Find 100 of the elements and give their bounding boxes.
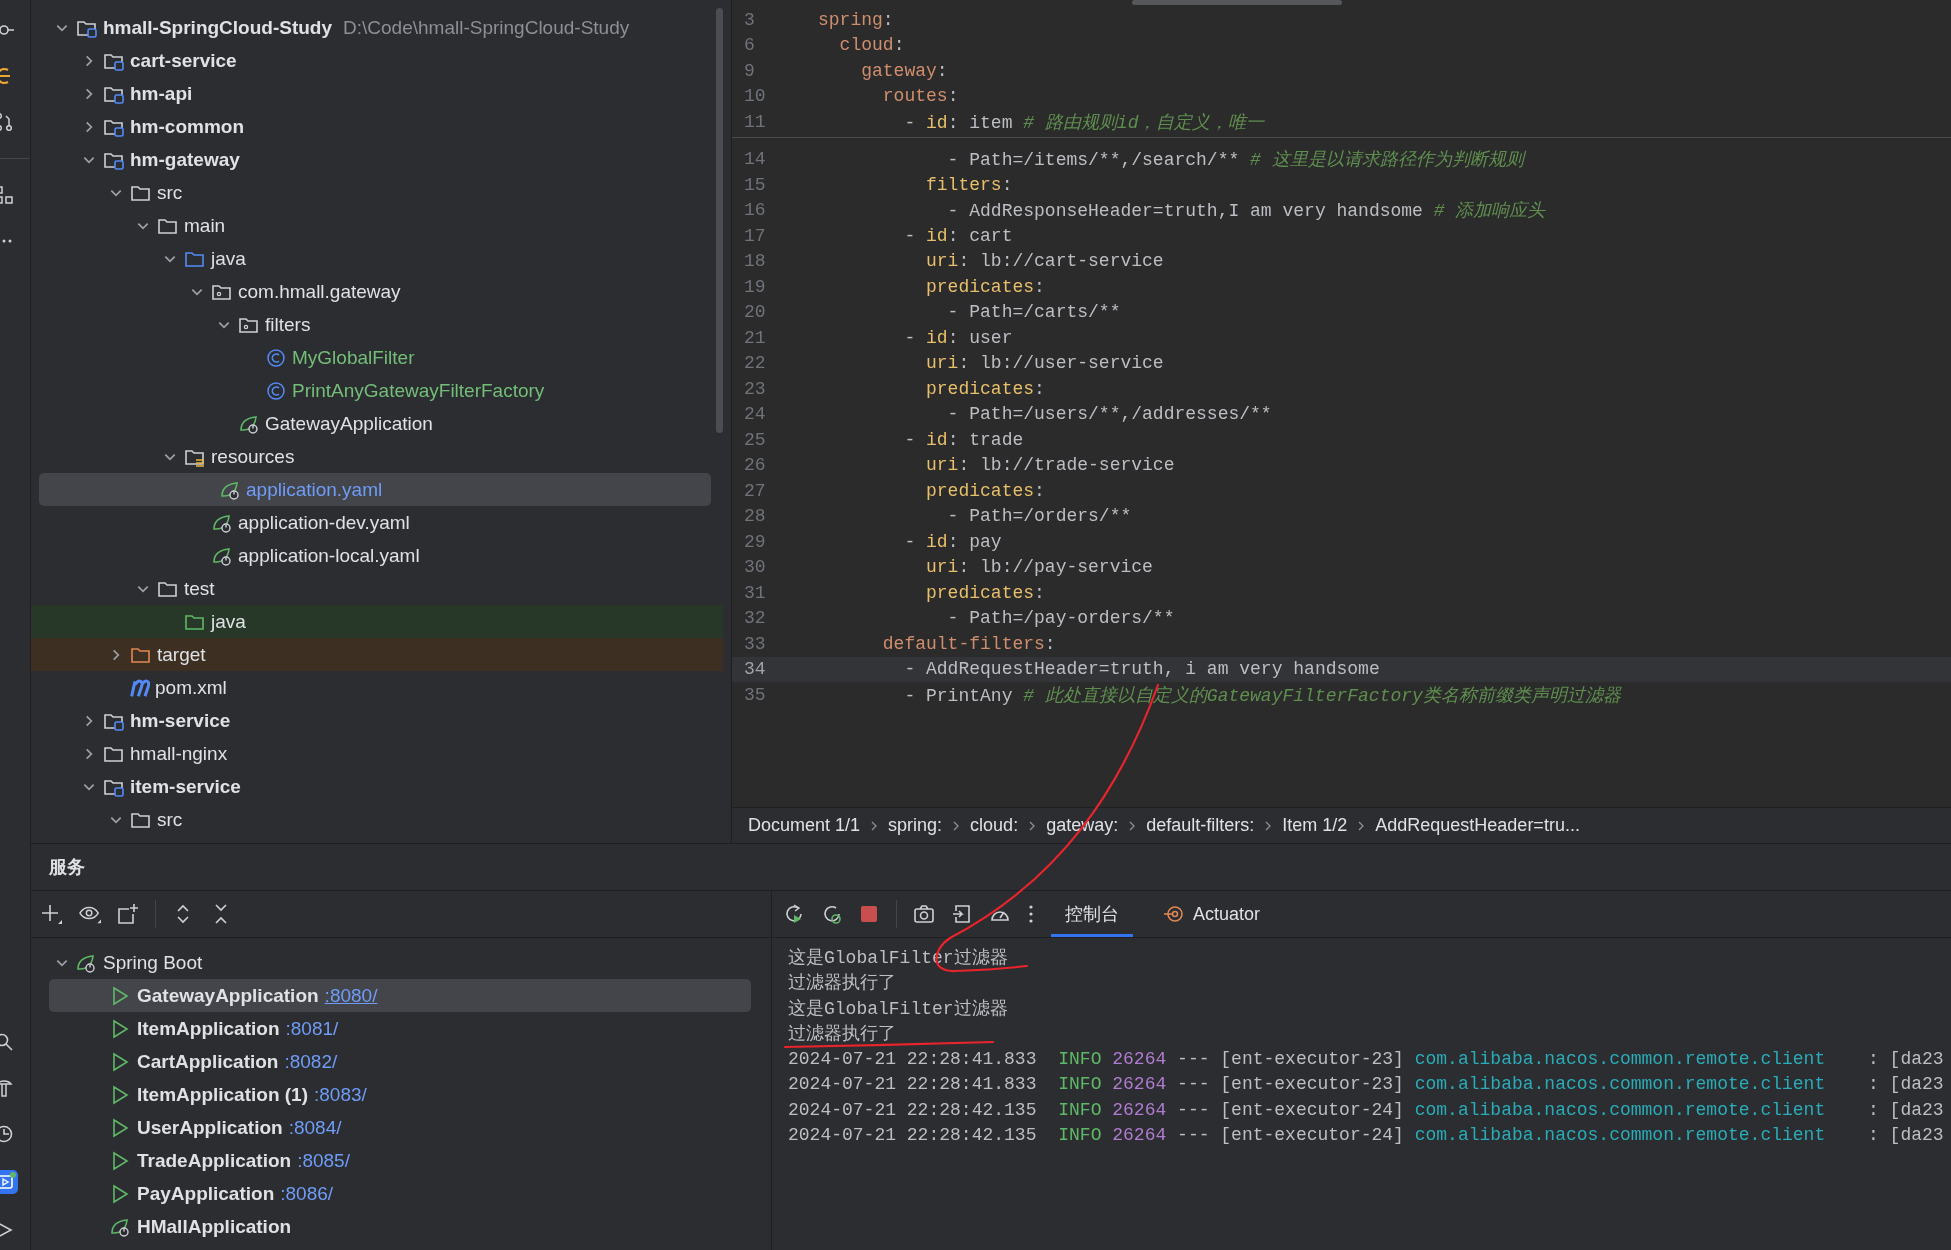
tree-item-label[interactable]: application-local.yaml	[238, 544, 420, 567]
tree-item-label[interactable]: src	[157, 181, 183, 204]
line-number: 10	[743, 86, 767, 107]
exit-icon[interactable]	[951, 903, 973, 925]
tree-item-label[interactable]: application.yaml	[246, 478, 383, 501]
log-message: : [da23	[1868, 1074, 1944, 1095]
code-line: routes:	[881, 86, 959, 107]
target-icon	[1163, 903, 1185, 925]
code-line: - Path=/pay-orders/**	[946, 608, 1175, 629]
code-line: uri: lb://trade-service	[925, 455, 1175, 476]
log-pid: 26264	[1112, 1125, 1167, 1146]
log-timestamp: 2024-07-21 22:28:41.833	[788, 1048, 1037, 1069]
service-name[interactable]: HMallApplication	[137, 1215, 292, 1238]
tree-item-label[interactable]: GatewayApplication	[265, 412, 433, 435]
service-name[interactable]: ItemApplication	[137, 1017, 280, 1040]
maven-icon	[130, 677, 150, 698]
spring-leaf-icon	[219, 479, 241, 500]
tree-item-label[interactable]: main	[184, 214, 226, 237]
chevron-icon	[1264, 819, 1273, 832]
code-line: gateway:	[860, 60, 948, 81]
port-link[interactable]: :8080/	[324, 984, 378, 1007]
port-link[interactable]: :8081/	[285, 1017, 339, 1040]
port-link[interactable]: :8082/	[284, 1050, 338, 1073]
scrollbar[interactable]	[1132, 0, 1342, 5]
breadcrumb-item[interactable]: Item 1/2	[1282, 815, 1348, 836]
service-name[interactable]: TradeApplication	[137, 1149, 292, 1172]
line-number: 14	[743, 149, 767, 170]
port-link[interactable]: :8083/	[314, 1083, 367, 1106]
log-logger: com.alibaba.nacos.common.remote.client	[1414, 1099, 1826, 1120]
selected-tree-row[interactable]: application.yaml	[39, 473, 711, 506]
group-label[interactable]: Spring Boot	[103, 951, 203, 974]
tree-item-label[interactable]: cart-service	[130, 49, 237, 72]
selected-service-row[interactable]: GatewayApplication :8080/	[49, 979, 751, 1012]
camera-icon[interactable]	[913, 903, 935, 925]
console-tab[interactable]: Actuator	[1149, 891, 1275, 937]
log-level: INFO	[1058, 1048, 1102, 1069]
chevron-icon	[870, 819, 879, 832]
port-link[interactable]: :8086/	[280, 1182, 334, 1205]
tree-item-label[interactable]: java	[211, 247, 246, 270]
breadcrumb-item[interactable]: Document 1/1	[748, 815, 861, 836]
search-icon[interactable]	[0, 1032, 14, 1052]
line-number: 20	[743, 302, 767, 323]
code-line: - id: user	[903, 327, 1013, 348]
tree-item-label[interactable]: application-dev.yaml	[238, 511, 410, 534]
port-link[interactable]: :8084/	[288, 1116, 342, 1139]
code-line: - AddResponseHeader=truth,I am very handsome # 添加响应头	[946, 200, 1546, 223]
breadcrumb-item[interactable]: AddRequestHeader=tru...	[1375, 815, 1580, 836]
code-line: - Path=/users/**,/addresses/**	[946, 404, 1272, 425]
log-level: INFO	[1058, 1125, 1102, 1146]
tree-item-label[interactable]: resources	[211, 445, 295, 468]
service-name[interactable]: ItemApplication (1)	[137, 1083, 308, 1106]
tree-item-label[interactable]: hm-api	[130, 82, 193, 105]
service-name[interactable]: UserApplication	[137, 1116, 283, 1139]
console-tab[interactable]: 控制台	[1051, 891, 1133, 937]
tree-item-label[interactable]: hm-gateway	[130, 148, 240, 171]
tree-row-highlight[interactable]: java	[31, 605, 723, 638]
new-tab-icon[interactable]	[117, 903, 139, 925]
more-icon[interactable]	[1027, 903, 1035, 925]
log-message: : [da23	[1868, 1099, 1944, 1120]
tree-item-label[interactable]: test	[184, 577, 215, 600]
tree-item-label[interactable]: java	[211, 610, 246, 633]
log-timestamp: 2024-07-21 22:28:42.135	[788, 1099, 1037, 1120]
hammer-icon[interactable]	[0, 1078, 14, 1098]
line-number: 30	[743, 557, 767, 578]
line-number: 32	[743, 608, 767, 629]
tree-item-label[interactable]: hmall-SpringCloud-Study	[103, 16, 333, 39]
tree-item-label[interactable]: item-service	[130, 775, 241, 798]
tree-item-label[interactable]: filters	[265, 313, 311, 336]
line-number: 27	[743, 480, 767, 501]
line-number: 11	[743, 111, 767, 132]
tree-item-label[interactable]: hmall-nginx	[130, 742, 228, 765]
structure-icon[interactable]	[0, 185, 14, 205]
code-line: - id: trade	[903, 429, 1024, 450]
tree-item-label[interactable]: MyGlobalFilter	[292, 346, 415, 369]
code-line: uri: lb://cart-service	[925, 251, 1164, 272]
console-line: 过滤器执行了	[788, 972, 896, 995]
tree-item-label[interactable]: src	[157, 808, 183, 831]
chevron-icon	[1028, 819, 1037, 832]
scrollbar[interactable]	[716, 8, 723, 433]
pull-request-icon[interactable]	[0, 112, 14, 132]
tree-item-label[interactable]: hm-service	[130, 709, 231, 732]
tree-item-label[interactable]: com.hmall.gateway	[238, 280, 401, 303]
clock-icon[interactable]	[0, 1124, 14, 1144]
tree-row-highlight[interactable]: target	[31, 638, 723, 671]
service-name[interactable]: GatewayApplication	[137, 984, 319, 1007]
tree-item-label[interactable]: target	[157, 643, 206, 666]
service-name[interactable]: PayApplication	[137, 1182, 275, 1205]
service-name[interactable]: CartApplication	[137, 1050, 279, 1073]
breadcrumb-item[interactable]: cloud:	[970, 815, 1019, 836]
tree-item-label[interactable]: pom.xml	[155, 676, 227, 699]
breadcrumb-item[interactable]: default-filters:	[1146, 815, 1255, 836]
run-icon[interactable]	[0, 1220, 14, 1240]
port-link[interactable]: :8085/	[297, 1149, 350, 1172]
services-icon[interactable]	[0, 1170, 18, 1194]
add-icon[interactable]	[41, 903, 63, 925]
tree-item-label[interactable]: PrintAnyGatewayFilterFactory	[292, 379, 545, 402]
code-line: cloud:	[838, 35, 905, 56]
stop-icon[interactable]	[858, 903, 880, 925]
breadcrumb-item[interactable]: spring:	[888, 815, 943, 836]
tree-item-label[interactable]: hm-common	[130, 115, 244, 138]
